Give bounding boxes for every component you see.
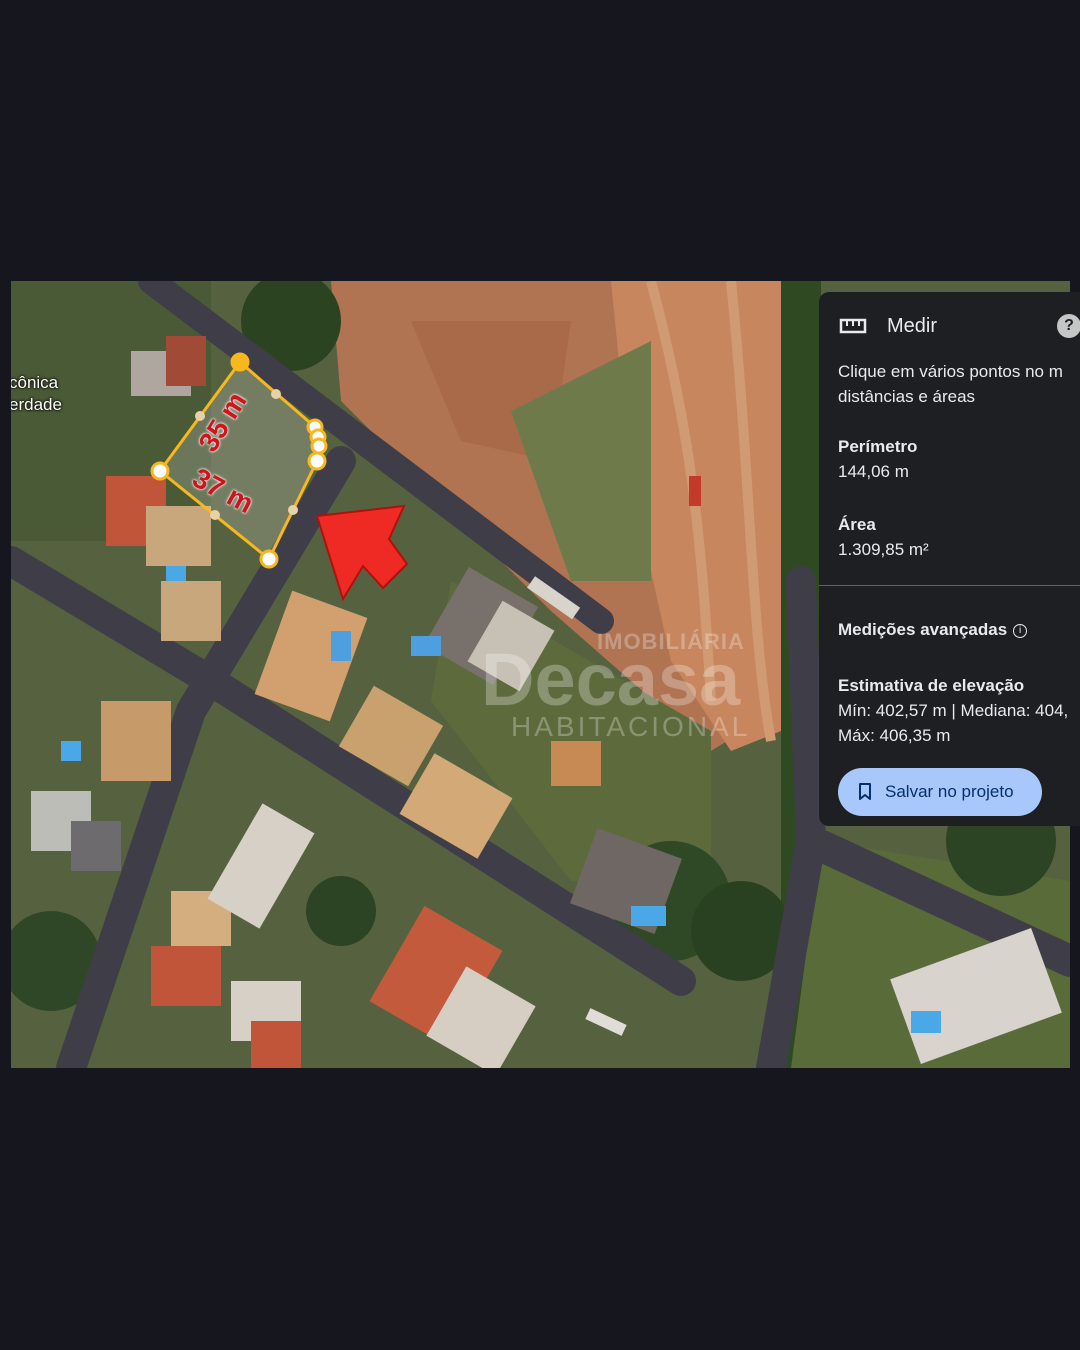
perimeter-label: Perímetro <box>838 437 918 456</box>
advanced-measurements[interactable]: Medições avançadas i <box>838 618 1028 642</box>
watermark-logo-text: Decasa <box>481 638 741 721</box>
area-value: 1.309,85 m² <box>838 540 929 559</box>
elevation-min-median: Mín: 402,57 m | Mediana: 404, <box>838 701 1069 720</box>
instruction-line-2: distâncias e áreas <box>838 387 976 406</box>
place-label: erdade <box>11 395 62 414</box>
save-to-project-button[interactable]: Salvar no projeto <box>838 768 1042 816</box>
panel-title: Medir <box>887 315 938 337</box>
place-label: cônica <box>11 373 59 392</box>
watermark-line3: HABITACIONAL <box>511 711 751 742</box>
elevation-max: Máx: 406,35 m <box>838 726 951 745</box>
perimeter-value: 144,06 m <box>838 462 909 481</box>
bookmark-icon <box>859 783 871 800</box>
advanced-measurements-label: Medições avançadas <box>838 620 1008 639</box>
panel-divider <box>819 585 1080 586</box>
area-label: Área <box>838 515 876 534</box>
help-icon[interactable]: ? <box>1057 314 1080 338</box>
panel-header: Medir ? <box>839 312 1080 340</box>
ruler-icon <box>839 318 867 334</box>
measure-panel: Medir ? Clique em vários pontos no m dis… <box>819 292 1080 826</box>
save-button-label: Salvar no projeto <box>885 782 1014 801</box>
instruction-line-1: Clique em vários pontos no m <box>838 362 1063 381</box>
info-icon[interactable]: i <box>1013 624 1028 638</box>
elevation-label: Estimativa de elevação <box>838 676 1025 695</box>
